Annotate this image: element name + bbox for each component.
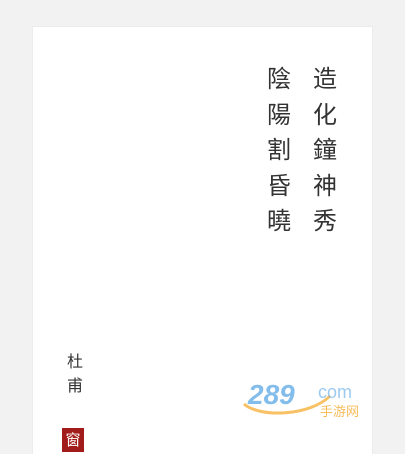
seal-stamp: 窗 (62, 428, 84, 452)
author-char: 杜 (66, 352, 83, 371)
poem-char: 曉 (267, 207, 291, 235)
poem-char: 陽 (267, 100, 291, 129)
poem-column-2: 陰 陽 割 昏 曉 (263, 62, 295, 240)
watermark-number: 289 (247, 379, 295, 410)
poem-char: 神 (313, 171, 337, 200)
poem-char: 陰 (267, 65, 291, 93)
poem-char: 秀 (313, 207, 337, 235)
poem-char: 造 (313, 65, 337, 93)
watermark-logo: 289 com 手游网 (243, 379, 359, 420)
watermark-subtitle: 手游网 (320, 405, 359, 420)
poem-char: 昏 (267, 171, 291, 200)
author-char: 甫 (66, 376, 83, 395)
watermark-domain: com (318, 382, 352, 402)
poem-char: 鐘 (313, 136, 337, 164)
poem-column-1: 造 化 鐘 神 秀 (309, 62, 341, 240)
poem-char: 割 (267, 136, 291, 164)
poem-char: 化 (313, 100, 337, 129)
poem-author: 杜 甫 (63, 350, 87, 398)
